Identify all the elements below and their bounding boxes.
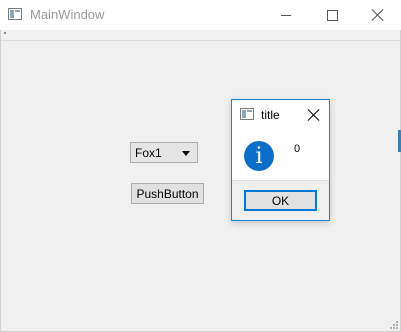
maximize-button[interactable] xyxy=(309,0,355,30)
information-icon: i xyxy=(244,141,274,171)
dialog-title: title xyxy=(261,108,280,122)
dialog-titlebar[interactable]: title xyxy=(232,100,329,130)
close-button[interactable] xyxy=(355,0,401,30)
window-border-left xyxy=(0,30,1,332)
ok-button[interactable]: OK xyxy=(244,190,317,211)
app-window-icon xyxy=(8,8,22,20)
main-window-titlebar[interactable]: MainWindow xyxy=(0,0,401,30)
combo-box-value: Fox1 xyxy=(135,146,162,160)
chevron-down-icon xyxy=(182,151,190,156)
message-dialog: title i 0 OK xyxy=(231,99,330,221)
dialog-close-icon[interactable] xyxy=(308,109,320,121)
dialog-body: i 0 xyxy=(232,130,329,180)
minimize-icon xyxy=(281,14,291,16)
dialog-button-bar: OK xyxy=(232,180,329,220)
minimize-button[interactable] xyxy=(263,0,309,30)
resize-grip[interactable] xyxy=(390,321,398,329)
dialog-window-icon xyxy=(240,108,254,120)
dialog-message: 0 xyxy=(294,143,301,155)
window-title: MainWindow xyxy=(30,7,105,22)
close-icon xyxy=(372,9,384,21)
push-button[interactable]: PushButton xyxy=(131,183,204,204)
fox-combo-box[interactable]: Fox1 xyxy=(130,142,198,163)
maximize-icon xyxy=(326,9,338,21)
menu-bar[interactable] xyxy=(0,30,401,41)
menu-extension-icon xyxy=(4,32,6,34)
